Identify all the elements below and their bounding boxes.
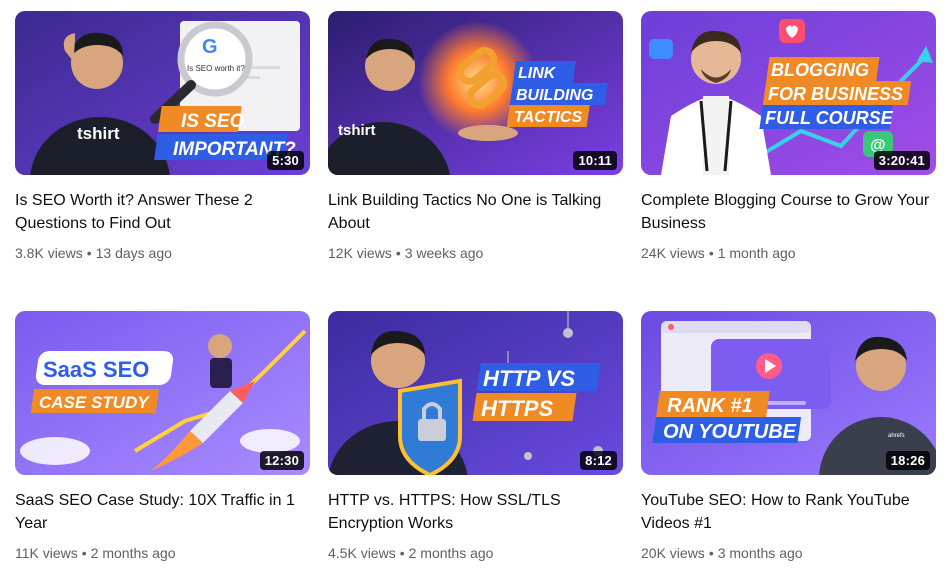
thumb-line-2: HTTPS [481, 396, 553, 421]
video-title[interactable]: HTTP vs. HTTPS: How SSL/TLS Encryption W… [328, 489, 618, 535]
meta-separator: • [708, 545, 714, 561]
shirt-logo: ahrefs [888, 433, 905, 439]
thumb-line-1: RANK #1 [667, 395, 753, 417]
video-card[interactable]: SaaS SEO CASE STUDY 12:30 SaaS SEO Case … [15, 311, 310, 563]
shirt-logo: tshirt [338, 122, 376, 139]
upload-age: 2 months ago [408, 545, 494, 561]
upload-age: 1 month ago [717, 245, 796, 261]
upload-age: 3 months ago [717, 545, 803, 561]
upload-age: 2 months ago [90, 545, 176, 561]
video-duration: 5:30 [267, 151, 304, 170]
video-meta: 20K views • 3 months ago [641, 543, 936, 563]
video-meta: 3.8K views • 13 days ago [15, 243, 310, 263]
thumb-line-1: SaaS SEO [43, 357, 149, 382]
meta-separator: • [395, 245, 401, 261]
video-thumbnail[interactable]: BLOGGING FOR BUSINESS FULL COURSE @ 3:20… [641, 11, 936, 175]
upload-age: 13 days ago [95, 245, 172, 261]
video-title[interactable]: Complete Blogging Course to Grow Your Bu… [641, 189, 931, 235]
thumb-line-1: LINK [518, 65, 557, 82]
upload-age: 3 weeks ago [404, 245, 484, 261]
video-meta: 24K views • 1 month ago [641, 243, 936, 263]
video-thumbnail[interactable]: tshirt LINK BUILDING TACTICS 10:11 [328, 11, 623, 175]
thumb-line-2: FOR BUSINESS [768, 84, 903, 104]
video-title[interactable]: SaaS SEO Case Study: 10X Traffic in 1 Ye… [15, 489, 305, 535]
shirt-logo: tshirt [77, 124, 120, 143]
video-duration: 10:11 [573, 151, 617, 170]
meta-separator: • [708, 245, 714, 261]
video-meta: 4.5K views • 2 months ago [328, 543, 623, 563]
svg-text:G: G [202, 36, 218, 58]
meta-separator: • [399, 545, 405, 561]
video-title[interactable]: Link Building Tactics No One is Talking … [328, 189, 618, 235]
video-duration: 18:26 [885, 451, 930, 470]
thumb-line-1: HTTP VS [483, 366, 575, 391]
video-card[interactable]: tshirt LINK BUILDING TACTICS 10:11 Link … [328, 11, 623, 263]
video-card[interactable]: ahrefs RANK #1 ON YOUTUBE 18:26 YouTube … [641, 311, 936, 563]
thumb-line-2: CASE STUDY [39, 393, 150, 412]
video-meta: 12K views • 3 weeks ago [328, 243, 623, 263]
video-meta: 11K views • 2 months ago [15, 543, 310, 563]
video-duration: 12:30 [259, 451, 304, 470]
thumb-line-3: FULL COURSE [765, 108, 894, 128]
thumb-line-3: TACTICS [514, 109, 582, 126]
view-count: 4.5K views [328, 545, 396, 561]
video-title[interactable]: Is SEO Worth it? Answer These 2 Question… [15, 189, 305, 235]
thumbnail-art: G Is SEO worth it? tshirt IS SEO IMPORTA… [15, 11, 310, 175]
video-duration: 3:20:41 [873, 151, 930, 170]
thumb-line-1: IS SEO [181, 111, 245, 132]
meta-separator: • [86, 245, 92, 261]
video-card[interactable]: HTTP VS HTTPS 8:12 HTTP vs. HTTPS: How S… [328, 311, 623, 563]
search-text: Is SEO worth it? [187, 64, 245, 73]
thumb-line-2: ON YOUTUBE [663, 421, 797, 443]
video-thumbnail[interactable]: G Is SEO worth it? tshirt IS SEO IMPORTA… [15, 11, 310, 175]
view-count: 11K views [15, 545, 78, 561]
view-count: 3.8K views [15, 245, 83, 261]
view-count: 20K views [641, 545, 705, 561]
view-count: 12K views [328, 245, 392, 261]
thumbnail-art: HTTP VS HTTPS [328, 311, 623, 475]
video-thumbnail[interactable]: HTTP VS HTTPS 8:12 [328, 311, 623, 475]
video-card[interactable]: BLOGGING FOR BUSINESS FULL COURSE @ 3:20… [641, 11, 936, 263]
video-thumbnail[interactable]: ahrefs RANK #1 ON YOUTUBE 18:26 [641, 311, 936, 475]
video-thumbnail[interactable]: SaaS SEO CASE STUDY 12:30 [15, 311, 310, 475]
view-count: 24K views [641, 245, 705, 261]
video-card[interactable]: G Is SEO worth it? tshirt IS SEO IMPORTA… [15, 11, 310, 263]
thumb-line-2: BUILDING [516, 87, 593, 104]
thumb-line-1: BLOGGING [771, 60, 869, 80]
video-title[interactable]: YouTube SEO: How to Rank YouTube Videos … [641, 489, 931, 535]
meta-separator: • [81, 545, 87, 561]
video-duration: 8:12 [580, 451, 617, 470]
